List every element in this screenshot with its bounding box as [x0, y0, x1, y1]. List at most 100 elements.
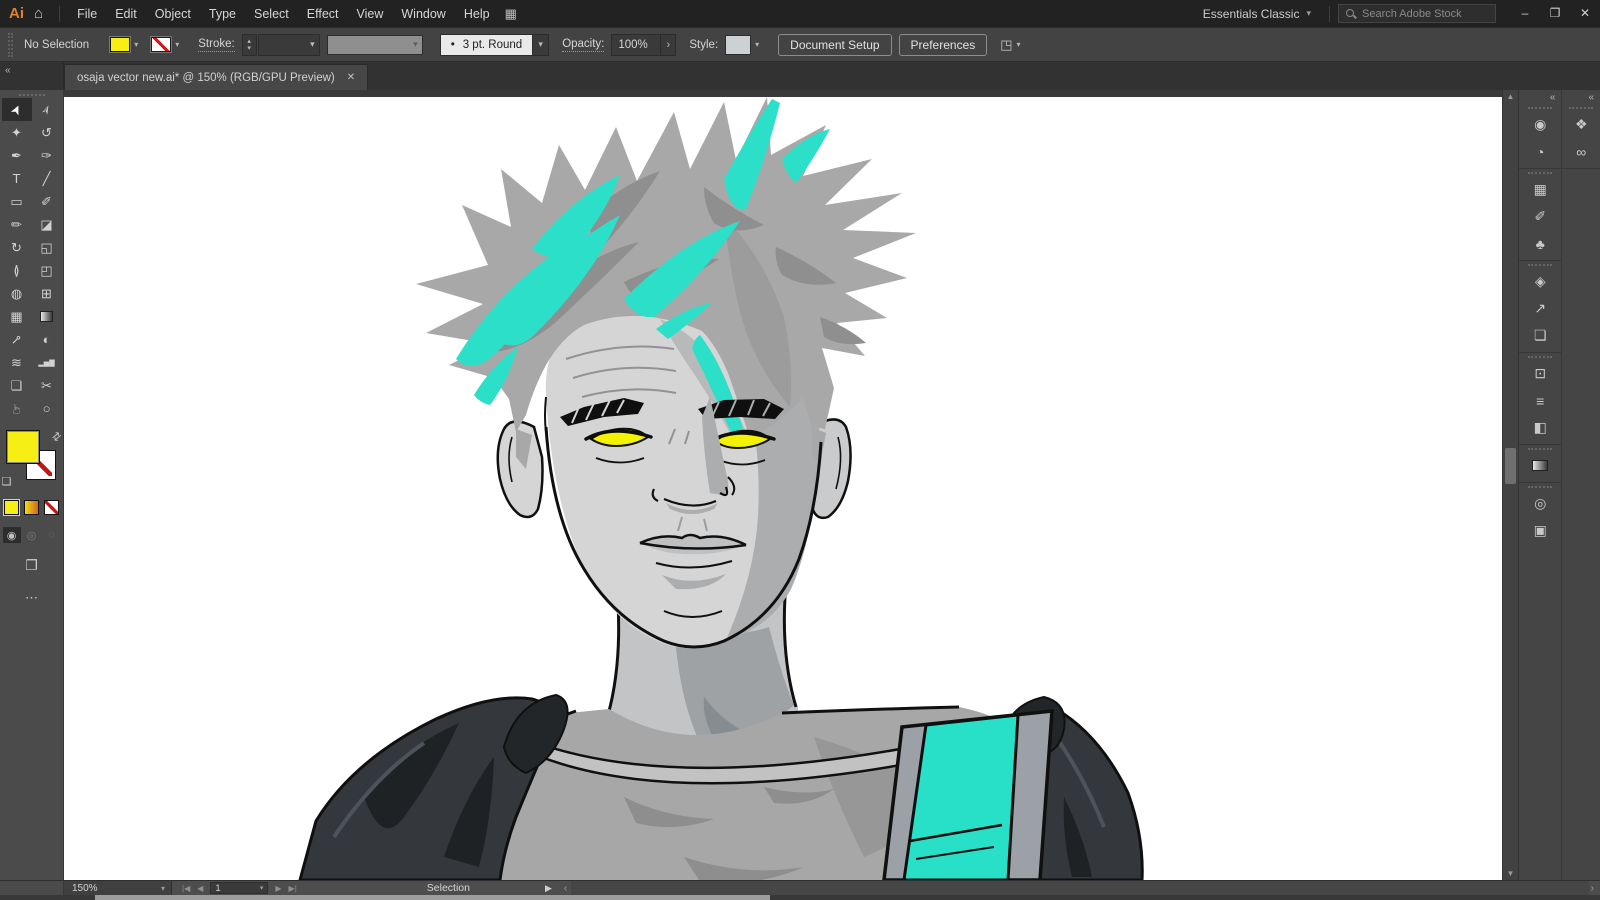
layers-panel[interactable]: ◈: [1535, 268, 1546, 295]
opacity-field[interactable]: 100%: [611, 34, 661, 56]
opacity-expand-button[interactable]: ›: [661, 34, 676, 56]
transform-panel[interactable]: ⊡: [1534, 360, 1546, 387]
gradient-panel[interactable]: [1532, 452, 1548, 479]
last-artboard-icon[interactable]: ▶|: [289, 884, 297, 893]
draw-behind-icon[interactable]: ◎: [23, 527, 41, 543]
pathfinder-panel[interactable]: ◧: [1534, 414, 1547, 441]
curvature-tool[interactable]: ✑: [32, 144, 62, 167]
gradient-tool[interactable]: [32, 305, 62, 328]
document-tab[interactable]: osaja vector new.ai* @ 150% (RGB/GPU Pre…: [64, 64, 368, 90]
mesh-tool[interactable]: ▦: [2, 305, 32, 328]
magic-wand-tool[interactable]: ✦: [2, 121, 32, 144]
chevron-down-icon[interactable]: ▾: [533, 34, 549, 56]
panel-grip[interactable]: [19, 94, 45, 96]
fill-color-swatch[interactable]: [110, 37, 130, 52]
swap-fill-stroke-icon[interactable]: ⇄: [49, 429, 64, 445]
free-transform-tool[interactable]: ◰: [32, 259, 62, 282]
brush-definition-dropdown[interactable]: • 3 pt. Round: [440, 34, 534, 56]
color-swatch-yellow[interactable]: [4, 500, 19, 515]
menu-object[interactable]: Object: [146, 2, 200, 26]
lasso-tool[interactable]: ↺: [32, 121, 62, 144]
vertical-scrollbar[interactable]: ▲ ▼: [1502, 90, 1518, 880]
draw-inside-icon[interactable]: ◌: [43, 527, 61, 543]
hand-tool[interactable]: ☞: [2, 397, 32, 420]
app-logo[interactable]: Ai: [9, 5, 24, 22]
appearance-panel[interactable]: ◎: [1534, 490, 1546, 517]
color-guide-panel[interactable]: ◔: [1536, 138, 1544, 165]
previous-artboard-icon[interactable]: ◀: [197, 884, 203, 893]
first-artboard-icon[interactable]: |◀: [182, 884, 190, 893]
shaper-tool[interactable]: ✏: [2, 213, 32, 236]
close-button[interactable]: ✕: [1570, 0, 1600, 27]
scroll-down-icon[interactable]: ▼: [1503, 869, 1518, 878]
status-options-icon[interactable]: ▶: [545, 883, 552, 894]
dock-collapse-icon[interactable]: «: [1562, 90, 1600, 104]
stroke-label[interactable]: Stroke:: [198, 38, 234, 52]
horizontal-scroll-track[interactable]: [571, 881, 1588, 895]
stroke-width-stepper[interactable]: ▴ ▾: [242, 34, 257, 56]
close-tab-icon[interactable]: ✕: [347, 72, 355, 83]
width-profile-dropdown[interactable]: ▾: [327, 35, 423, 55]
menu-view[interactable]: View: [348, 2, 393, 26]
chevron-down-icon[interactable]: ▾: [755, 40, 759, 49]
direct-selection-tool[interactable]: ➢: [32, 98, 62, 121]
vertical-scrollbar-thumb[interactable]: [1505, 448, 1516, 484]
stroke-color-swatch[interactable]: [151, 37, 171, 52]
panel-grip[interactable]: [1528, 264, 1552, 266]
column-graph-tool[interactable]: ▂▅▇: [32, 351, 62, 374]
scroll-left-icon[interactable]: ‹: [564, 883, 567, 894]
more-tools-icon[interactable]: ⋯: [25, 590, 38, 606]
style-dropdown[interactable]: [725, 35, 751, 55]
align-panel[interactable]: ≡: [1536, 387, 1544, 414]
export-panel[interactable]: ↗: [1534, 295, 1546, 322]
stepper-up-icon[interactable]: ▴: [247, 38, 251, 45]
eraser-tool[interactable]: ◪: [32, 213, 62, 236]
canvas[interactable]: [64, 90, 1502, 880]
scroll-up-icon[interactable]: ▲: [1503, 92, 1518, 101]
tools-collapse-icon[interactable]: «: [0, 62, 64, 90]
panel-grip[interactable]: [1528, 448, 1552, 450]
menu-help[interactable]: Help: [455, 2, 499, 26]
swatches-panel[interactable]: ▦: [1534, 176, 1547, 203]
zoom-level-dropdown[interactable]: 150% ▾: [64, 881, 172, 895]
chevron-down-icon[interactable]: ▾: [1017, 40, 1021, 49]
minimize-button[interactable]: –: [1510, 0, 1540, 27]
panel-grip[interactable]: [1528, 172, 1552, 174]
menu-type[interactable]: Type: [200, 2, 245, 26]
rectangle-tool[interactable]: ▭: [2, 190, 32, 213]
stroke-width-dropdown[interactable]: ▾: [258, 34, 320, 56]
fill-indicator[interactable]: [6, 430, 40, 464]
scroll-right-icon[interactable]: ›: [1589, 883, 1600, 894]
color-panel[interactable]: ◉: [1534, 111, 1546, 138]
menu-file[interactable]: File: [68, 2, 106, 26]
symbols-panel[interactable]: ♣: [1536, 230, 1545, 257]
graphic-styles-panel[interactable]: ▣: [1534, 517, 1547, 544]
blend-tool[interactable]: ◐: [32, 328, 62, 351]
opacity-label[interactable]: Opacity:: [562, 38, 604, 52]
stepper-down-icon[interactable]: ▾: [247, 45, 251, 52]
draw-normal-icon[interactable]: ◉: [3, 527, 21, 543]
gradient-swatch[interactable]: [24, 500, 39, 515]
next-artboard-icon[interactable]: ▶: [275, 884, 281, 893]
libraries-panel[interactable]: ❖: [1575, 111, 1588, 138]
type-tool[interactable]: T: [2, 167, 32, 190]
zoom-tool[interactable]: ○: [32, 397, 62, 420]
menu-select[interactable]: Select: [245, 2, 298, 26]
panel-grip[interactable]: [1528, 107, 1552, 109]
horizontal-scrollbar-thumb[interactable]: [95, 895, 770, 900]
panel-grip[interactable]: [1528, 356, 1552, 358]
line-segment-tool[interactable]: ╱: [32, 167, 62, 190]
artboards-panel[interactable]: ❏: [1534, 322, 1547, 349]
perspective-grid-tool[interactable]: ⊞: [32, 282, 62, 305]
search-input[interactable]: Search Adobe Stock: [1338, 4, 1496, 23]
panel-grip[interactable]: [8, 33, 13, 57]
chevron-down-icon[interactable]: ▾: [175, 40, 179, 49]
rotate-tool[interactable]: ↻: [2, 236, 32, 259]
default-fill-stroke-icon[interactable]: ❏: [2, 475, 12, 488]
symbol-sprayer-tool[interactable]: ≋: [2, 351, 32, 374]
screen-mode-icon[interactable]: ❐: [25, 557, 38, 574]
menu-window[interactable]: Window: [392, 2, 454, 26]
panel-grip[interactable]: [1569, 107, 1593, 109]
horizontal-scrollbar[interactable]: [0, 895, 1600, 900]
document-setup-button[interactable]: Document Setup: [778, 34, 891, 56]
